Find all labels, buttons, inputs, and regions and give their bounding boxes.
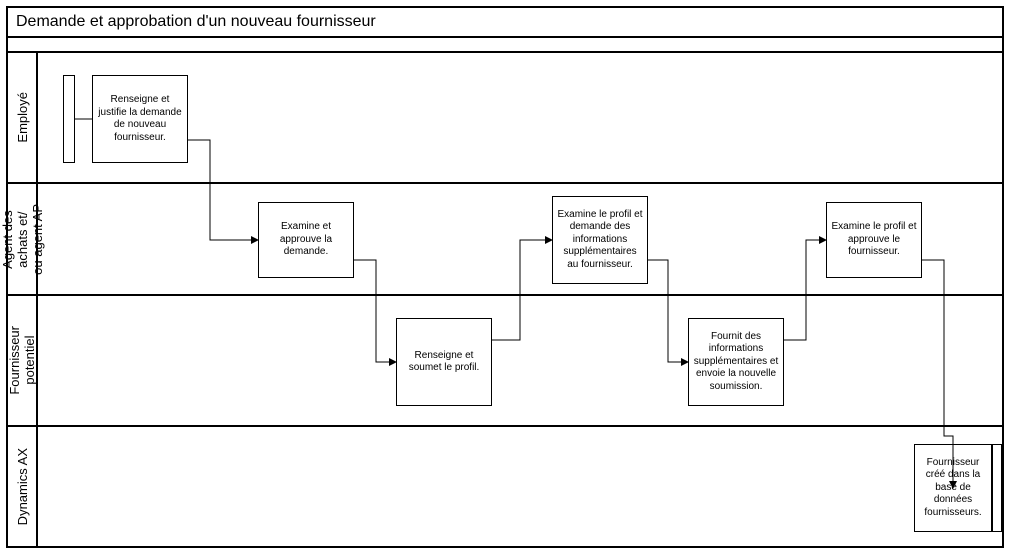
step-text: Renseigne et soumet le profil. bbox=[401, 350, 487, 375]
lane-label-dynamics: Dynamics AX bbox=[6, 427, 38, 548]
title-subband bbox=[6, 38, 1004, 53]
lane-label-fournisseur: Fournisseur potentiel bbox=[6, 296, 38, 427]
step-dynamics-cree: Fournisseur créé dans la base de données… bbox=[914, 444, 992, 532]
swimlane-diagram: Demande et approbation d'un nouveau four… bbox=[0, 0, 1010, 554]
step-text: Fournit des informations supplémentaires… bbox=[693, 331, 779, 394]
lane-body-fournisseur bbox=[38, 296, 1004, 427]
lane-body-dynamics bbox=[38, 427, 1004, 548]
step-text: Fournisseur créé dans la base de données… bbox=[919, 457, 987, 520]
end-bar bbox=[992, 444, 1002, 532]
step-agent-examine-profil: Examine le profil et demande des informa… bbox=[552, 196, 648, 284]
diagram-title: Demande et approbation d'un nouveau four… bbox=[6, 6, 1004, 38]
lane-label-agent: Agent des achats et/ ou agent AP bbox=[6, 184, 38, 296]
lane-label-text: Fournisseur potentiel bbox=[7, 326, 37, 395]
step-agent-approuve-fournisseur: Examine le profil et approuve le fournis… bbox=[826, 202, 922, 278]
step-employe-renseigne: Renseigne et justifie la demande de nouv… bbox=[92, 75, 188, 163]
step-text: Examine le profil et approuve le fournis… bbox=[831, 221, 917, 259]
lane-label-employe: Employé bbox=[6, 53, 38, 184]
start-bar bbox=[63, 75, 75, 163]
diagram-title-text: Demande et approbation d'un nouveau four… bbox=[16, 13, 376, 31]
step-text: Examine et approuve la demande. bbox=[263, 221, 349, 259]
lane-label-text: Dynamics AX bbox=[15, 448, 30, 525]
step-agent-examine-demande: Examine et approuve la demande. bbox=[258, 202, 354, 278]
step-fournisseur-renseigne-profil: Renseigne et soumet le profil. bbox=[396, 318, 492, 406]
step-text: Examine le profil et demande des informa… bbox=[557, 209, 643, 272]
step-text: Renseigne et justifie la demande de nouv… bbox=[97, 94, 183, 144]
step-fournisseur-info-supp: Fournit des informations supplémentaires… bbox=[688, 318, 784, 406]
lane-label-text: Employé bbox=[15, 92, 30, 143]
